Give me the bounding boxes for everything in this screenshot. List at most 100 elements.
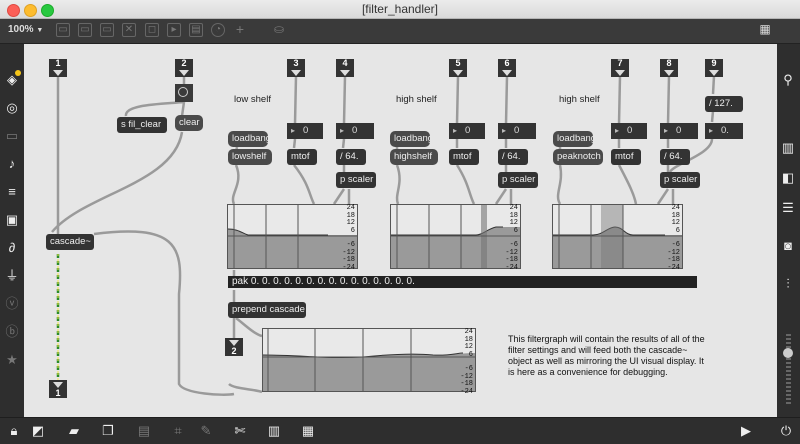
p-scaler-object[interactable]: p scaler [498, 172, 538, 188]
number-box[interactable]: 0 [336, 123, 374, 139]
inlet-5[interactable]: 5 [449, 59, 467, 77]
sliders-icon[interactable]: ⫶ [780, 276, 796, 292]
cascade-object[interactable]: cascade~ [46, 234, 94, 250]
number-box[interactable]: 0 [660, 123, 698, 139]
level-meter [786, 334, 791, 406]
float-number-box[interactable]: 0. [705, 123, 743, 139]
graph-ticks: 24 18 12 6 -6 -12 -18 -24 [667, 204, 680, 272]
filtergraph-high-shelf[interactable]: 24 18 12 6 -6 -12 -18 -24 [390, 204, 521, 272]
grid-icon[interactable]: ▦ [300, 423, 316, 439]
number-box[interactable]: 0 [611, 123, 647, 139]
mtof-object[interactable]: mtof [449, 149, 479, 165]
zoom-menu[interactable]: 100% ▼ [8, 24, 43, 35]
dial-object-icon[interactable]: ◔ [211, 23, 225, 37]
p-scaler-object[interactable]: p scaler [660, 172, 700, 188]
send-fil-clear-object[interactable]: s fil_clear [117, 117, 167, 133]
number-box[interactable]: 0 [287, 123, 323, 139]
debug-comment: This filtergraph will contain the result… [508, 334, 705, 377]
sidebar-icon[interactable]: ◧ [780, 170, 796, 186]
present-icon[interactable]: ▤ [136, 423, 152, 439]
peaknotch-message[interactable]: peaknotch [553, 149, 603, 165]
inlet-1[interactable]: 1 [49, 59, 67, 77]
inlet-3[interactable]: 3 [287, 59, 305, 77]
inlet-4[interactable]: 4 [336, 59, 354, 77]
highshelf-message[interactable]: highshelf [390, 149, 438, 165]
add-object-icon[interactable]: + [233, 22, 247, 37]
camera-icon[interactable]: ◙ [780, 238, 796, 254]
mtof-object[interactable]: mtof [287, 149, 317, 165]
debug-icon[interactable]: ⌗ [170, 423, 186, 439]
number-object-icon[interactable]: ▤ [189, 23, 203, 37]
loadbang-object[interactable]: loadbang [228, 131, 268, 147]
divide-64-object[interactable]: / 64. [660, 149, 690, 165]
filter-curve [263, 329, 475, 391]
divide-127-object[interactable]: / 127. [705, 96, 743, 112]
left-sidebar: ◈ ◎ ▭ ♪ ≡ ▣ ∂ ⏚ ⓥ ⓑ ★ [0, 44, 24, 417]
lowshelf-message[interactable]: lowshelf [228, 149, 272, 165]
volume-slider-knob[interactable] [783, 348, 793, 358]
lock-icon[interactable]: 🔒︎ [6, 423, 22, 439]
new-comment-icon[interactable]: ▭ [100, 23, 114, 37]
cube-icon[interactable]: ◈ [4, 70, 21, 88]
filter-curve [228, 205, 357, 268]
clear-message[interactable]: clear [175, 115, 203, 131]
filter-curve [553, 205, 682, 268]
new-message-icon[interactable]: ▭ [78, 23, 92, 37]
v-circle-icon[interactable]: ⓥ [4, 296, 20, 312]
pencil-icon[interactable]: ✎ [198, 423, 214, 439]
number-box[interactable]: 0 [449, 123, 485, 139]
patcher-canvas[interactable]: 1 2 3 4 5 6 7 8 9 1 2 s fil_clear clear … [24, 44, 777, 417]
pak-object[interactable]: pak 0. 0. 0. 0. 0. 0. 0. 0. 0. 0. 0. 0. … [228, 276, 697, 288]
filtergraph-low-shelf[interactable]: 24 18 12 6 -6 -12 -18 -24 [227, 204, 358, 272]
comment-icon[interactable]: ▰ [66, 423, 82, 439]
plug-icon[interactable]: ⏚ [4, 268, 20, 284]
target-icon[interactable]: ◎ [4, 100, 20, 116]
power-icon[interactable]: ⏻ [778, 423, 794, 439]
patcher-toolbar: 100% ▼ ▭ ▭ ▭ ✕ ◻ ▸ ▤ ◔ + ⛀ ▦ [0, 19, 800, 44]
paint-bucket-icon[interactable]: ⛀ [272, 23, 286, 37]
mtof-object[interactable]: mtof [611, 149, 641, 165]
image-icon[interactable]: ▣ [4, 212, 20, 228]
paperclip-icon[interactable]: ∂ [4, 240, 20, 256]
search-icon[interactable]: ⚲ [780, 72, 796, 88]
number-box[interactable]: 0 [498, 123, 536, 139]
grid-icon[interactable]: ▦ [758, 23, 772, 37]
play-icon[interactable]: ▶ [738, 423, 754, 439]
inlet-2[interactable]: 2 [175, 59, 193, 77]
book-icon[interactable]: ▥ [780, 140, 796, 156]
slider-object-icon[interactable]: ▸ [167, 23, 181, 37]
bottom-toolbar: 🔒︎ ◩ ▰ ❐ ▤ ⌗ ✎ ✄ ▥ ▦ ▶ ⏻ [0, 417, 800, 444]
filtergraph-debug[interactable]: 24 18 12 6 -6 -12 -18 -24 [262, 328, 476, 395]
loadbang-object[interactable]: loadbang [390, 131, 430, 147]
edit-icon[interactable]: ◩ [30, 423, 46, 439]
bang-button[interactable] [175, 84, 193, 102]
loadbang-object[interactable]: loadbang [553, 131, 593, 147]
new-object-icon[interactable]: ▭ [56, 23, 70, 37]
inlet-6[interactable]: 6 [498, 59, 516, 77]
p-scaler-object[interactable]: p scaler [336, 172, 376, 188]
section-label-low-shelf: low shelf [234, 94, 271, 105]
wrench-icon[interactable]: ✄ [232, 423, 248, 439]
piano-icon[interactable]: ▥ [266, 423, 282, 439]
filtergraph-peaknotch[interactable]: 24 18 12 6 -6 -12 -18 -24 [552, 204, 683, 272]
right-sidebar: ⚲ ▥ ◧ ☰ ◙ ⫶ [777, 44, 800, 417]
divide-64-object[interactable]: / 64. [336, 149, 366, 165]
toolbox-icon[interactable]: ▭ [4, 128, 20, 144]
graph-ticks: 24 18 12 6 -6 -12 -18 -24 [505, 204, 518, 272]
toggle-object-icon[interactable]: ◻ [145, 23, 159, 37]
prepend-cascade-object[interactable]: prepend cascade [228, 302, 306, 318]
list-icon[interactable]: ☰ [780, 200, 796, 216]
inlet-9[interactable]: 9 [705, 59, 723, 77]
divide-64-object[interactable]: / 64. [498, 149, 528, 165]
b-circle-icon[interactable]: ⓑ [4, 324, 20, 340]
note-icon[interactable]: ♪ [4, 156, 20, 172]
outlet-2[interactable]: 2 [225, 338, 243, 356]
graph-ticks: 24 18 12 6 -6 -12 -18 -24 [342, 204, 355, 272]
windows-icon[interactable]: ❐ [100, 423, 116, 439]
star-icon[interactable]: ★ [4, 352, 20, 368]
inlet-8[interactable]: 8 [660, 59, 678, 77]
outlet-1[interactable]: 1 [49, 380, 67, 398]
playlist-icon[interactable]: ≡ [4, 184, 20, 200]
inlet-7[interactable]: 7 [611, 59, 629, 77]
button-object-icon[interactable]: ✕ [122, 23, 136, 37]
